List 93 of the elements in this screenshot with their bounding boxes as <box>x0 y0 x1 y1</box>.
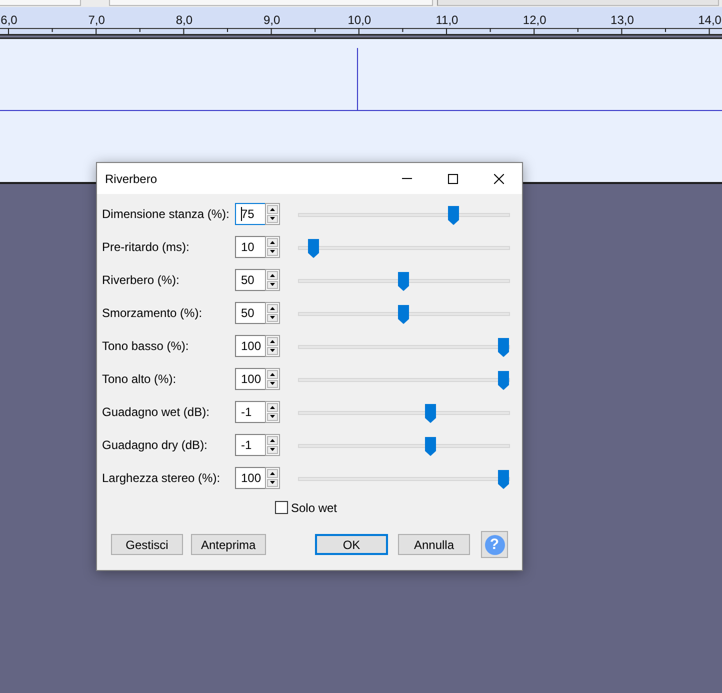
value-field[interactable]: -1 <box>235 434 265 456</box>
spin-up-button[interactable] <box>267 337 278 346</box>
time-label: 9,0 <box>263 13 280 27</box>
parameter-label: Riverbero (%): <box>102 273 180 287</box>
time-label: 14,0 <box>698 13 722 27</box>
up-arrow-icon <box>270 372 275 376</box>
slider-track[interactable] <box>298 236 510 258</box>
down-arrow-icon <box>270 481 275 484</box>
checkbox-label: Solo wet <box>290 500 338 514</box>
slider-thumb[interactable] <box>398 272 409 291</box>
spin-down-button[interactable] <box>267 346 278 355</box>
slider-track[interactable] <box>298 302 510 324</box>
time-label: 8,0 <box>176 13 193 27</box>
down-arrow-icon <box>270 382 275 386</box>
time-label: 12,0 <box>522 13 546 27</box>
spin-up-button[interactable] <box>267 238 278 246</box>
value-field[interactable]: 100 <box>235 467 265 489</box>
slider-track[interactable] <box>298 203 510 225</box>
dialog-button[interactable]: OK <box>315 534 388 555</box>
spin-up-button[interactable] <box>267 436 278 444</box>
spin-up-button[interactable] <box>267 403 278 412</box>
down-arrow-icon <box>270 448 275 452</box>
up-arrow-icon <box>270 472 275 475</box>
slider-thumb[interactable] <box>498 470 509 489</box>
slider-thumb[interactable] <box>498 338 509 357</box>
time-label: 7,0 <box>88 13 105 27</box>
parameter-label: Dimensione stanza (%): <box>102 207 230 221</box>
up-arrow-icon <box>270 340 275 343</box>
down-arrow-icon <box>270 316 275 320</box>
time-label: 11,0 <box>436 13 458 27</box>
slider-track[interactable] <box>298 401 510 423</box>
up-arrow-icon <box>270 438 275 442</box>
value-field[interactable]: 100 <box>235 368 265 390</box>
cursor-line <box>357 48 358 110</box>
time-label: 6,0 <box>0 13 18 27</box>
dialog-button[interactable]: Annulla <box>398 534 470 555</box>
spin-down-button[interactable] <box>267 380 278 388</box>
parameter-label: Larghezza stereo (%): <box>102 471 222 485</box>
parameter-label: Guadagno wet (dB): <box>102 405 210 419</box>
spin-down-button[interactable] <box>267 280 278 289</box>
parameter-label: Guadagno dry (dB): <box>102 438 208 452</box>
up-arrow-icon <box>270 274 275 277</box>
spin-down-button[interactable] <box>267 248 278 256</box>
slider-track[interactable] <box>298 434 510 456</box>
minimize-icon <box>402 178 412 179</box>
spin-down-button[interactable] <box>267 214 278 223</box>
time-label: 10,0 <box>348 13 372 27</box>
text-caret-icon <box>241 207 242 221</box>
spin-down-button[interactable] <box>267 314 278 322</box>
spin-up-button[interactable] <box>267 205 278 214</box>
value-field[interactable]: -1 <box>235 401 265 423</box>
parameter-label: Smorzamento (%): <box>102 306 204 320</box>
spin-up-button[interactable] <box>267 370 278 378</box>
spin-up-button[interactable] <box>267 304 278 312</box>
slider-track[interactable] <box>298 368 510 390</box>
dialog-button[interactable]: Anteprima <box>191 534 266 555</box>
up-arrow-icon <box>270 240 275 244</box>
dialog-button[interactable]: Gestisci <box>111 534 183 555</box>
down-arrow-icon <box>270 349 275 352</box>
checkbox[interactable] <box>274 501 288 514</box>
window-title: Riverbero <box>104 172 158 186</box>
spin-up-button[interactable] <box>267 469 278 478</box>
maximize-icon <box>448 174 458 184</box>
down-arrow-icon <box>270 217 275 220</box>
value-field[interactable]: 50 <box>235 269 265 291</box>
slider-thumb[interactable] <box>308 239 319 258</box>
value-field[interactable]: 10 <box>235 236 265 258</box>
spin-up-button[interactable] <box>267 271 278 280</box>
value-field[interactable]: 100 <box>235 335 265 357</box>
up-arrow-icon <box>270 306 275 310</box>
value-field[interactable]: 50 <box>235 302 265 324</box>
slider-track[interactable] <box>298 269 510 291</box>
parameter-label: Pre-ritardo (ms): <box>102 240 190 254</box>
value-field[interactable]: 75 <box>235 203 265 225</box>
slider-thumb[interactable] <box>498 371 509 390</box>
down-arrow-icon <box>270 283 275 286</box>
spin-down-button[interactable] <box>267 478 278 487</box>
slider-thumb[interactable] <box>424 437 436 456</box>
down-arrow-icon <box>270 415 275 418</box>
slider-track[interactable] <box>298 467 510 489</box>
slider-thumb[interactable] <box>398 305 409 324</box>
parameter-label: Tono alto (%): <box>102 372 178 386</box>
down-arrow-icon <box>270 250 275 254</box>
up-arrow-icon <box>270 406 275 409</box>
time-label: 13,0 <box>610 13 634 27</box>
slider-thumb[interactable] <box>424 404 436 423</box>
slider-thumb[interactable] <box>448 206 459 225</box>
parameter-label: Tono basso (%): <box>102 339 190 353</box>
spin-down-button[interactable] <box>267 412 278 421</box>
spin-down-button[interactable] <box>267 446 278 454</box>
up-arrow-icon <box>270 208 275 211</box>
close-icon <box>494 174 504 184</box>
slider-track[interactable] <box>298 335 510 357</box>
